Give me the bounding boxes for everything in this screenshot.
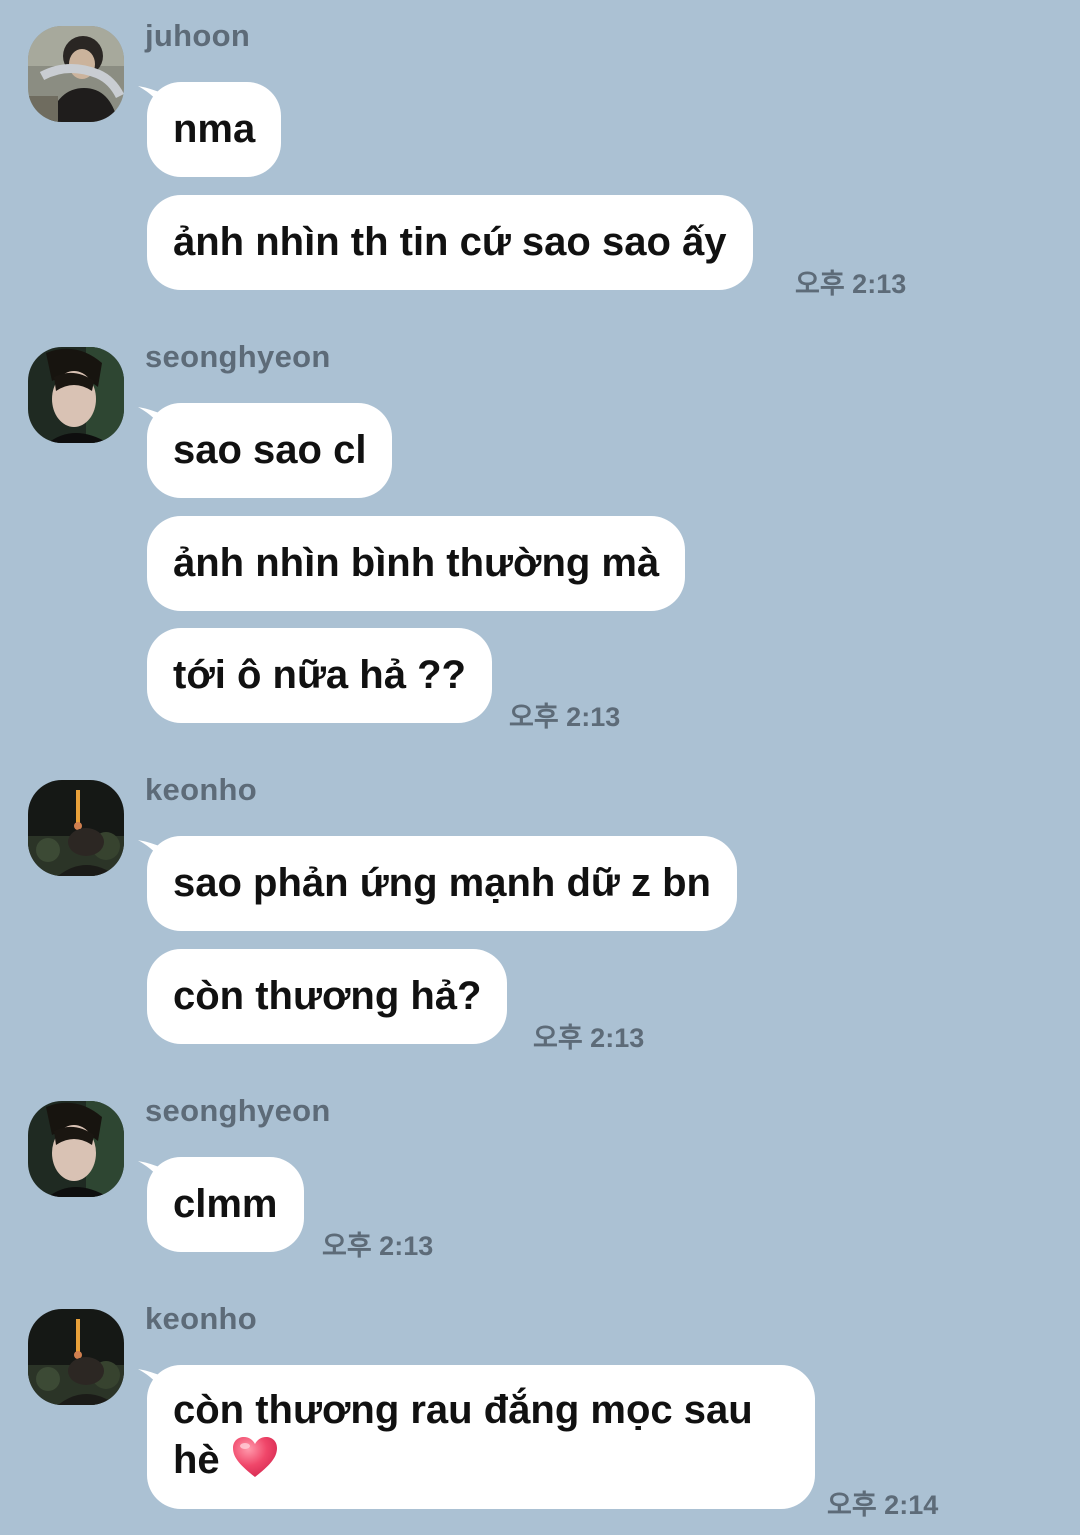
heart-emoji-icon	[232, 1437, 277, 1477]
message-timestamp: 오후 2:13	[533, 1023, 645, 1053]
profile-photo-icon	[28, 26, 124, 122]
message-bubble[interactable]: còn thương hả?	[147, 949, 508, 1044]
message-bubble[interactable]: sao phản ứng mạnh dữ z bn	[147, 836, 737, 931]
sender-name: seonghyeon	[145, 339, 331, 374]
message-bubble[interactable]: ảnh nhìn bình thường mà	[147, 516, 686, 611]
message-bubble[interactable]: nma	[147, 82, 282, 177]
sender-name: keonho	[145, 1301, 258, 1336]
message-timestamp: 오후 2:13	[509, 702, 621, 732]
profile-photo-icon	[28, 347, 124, 443]
message-bubble[interactable]: clmm	[147, 1157, 304, 1252]
message-timestamp: 오후 2:13	[322, 1231, 434, 1261]
sender-name: keonho	[145, 772, 258, 807]
avatar-keonho[interactable]	[28, 780, 124, 876]
profile-photo-icon	[28, 780, 124, 876]
avatar-keonho[interactable]	[28, 1309, 124, 1405]
avatar-seonghyeon[interactable]	[28, 1101, 124, 1197]
message-timestamp: 오후 2:14	[827, 1490, 939, 1520]
sender-name: seonghyeon	[145, 1093, 331, 1128]
message-bubble[interactable]: còn thương rau đắng mọc sau hè	[147, 1365, 815, 1509]
message-bubble[interactable]: sao sao cl	[147, 403, 393, 498]
message-bubble[interactable]: ảnh nhìn th tin cứ sao sao ấy	[147, 195, 753, 290]
avatar-juhoon[interactable]	[28, 26, 124, 122]
avatar-seonghyeon[interactable]	[28, 347, 124, 443]
message-timestamp: 오후 2:13	[795, 269, 907, 299]
sender-name: juhoon	[145, 18, 251, 53]
profile-photo-icon	[28, 1309, 124, 1405]
profile-photo-icon	[28, 1101, 124, 1197]
message-bubble[interactable]: tới ô nữa hả ??	[147, 628, 492, 723]
